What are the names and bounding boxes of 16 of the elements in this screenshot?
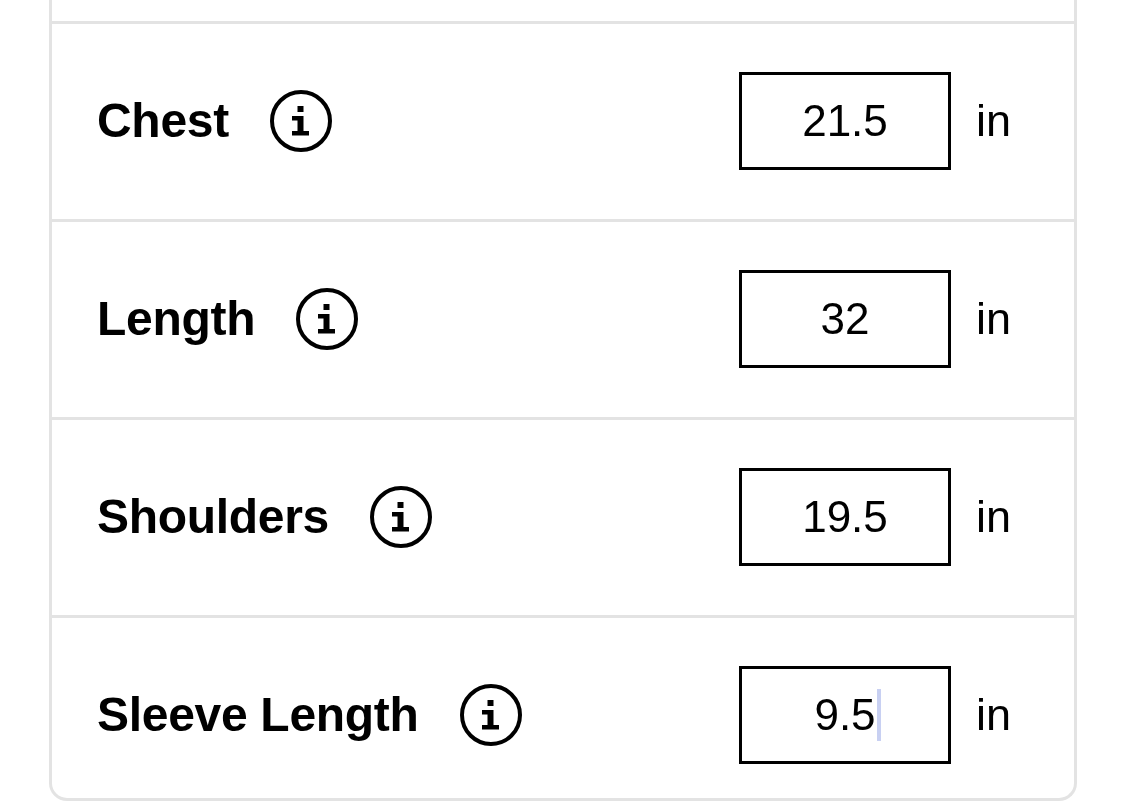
info-icon[interactable]	[296, 288, 359, 350]
measurement-field[interactable]: 32	[739, 270, 951, 368]
unit-label: in	[976, 294, 1013, 344]
info-icon[interactable]	[459, 684, 522, 746]
measurement-field[interactable]: 9.5	[739, 666, 951, 764]
unit-label: in	[976, 492, 1013, 542]
unit-label: in	[976, 96, 1013, 146]
measurement-label: Chest	[97, 94, 229, 148]
unit-label: in	[976, 690, 1013, 740]
info-icon[interactable]	[370, 486, 432, 548]
measurement-label: Length	[97, 292, 256, 346]
measurement-label: Shoulders	[97, 490, 329, 544]
info-icon[interactable]	[269, 90, 332, 152]
measurement-field[interactable]: 21.5	[739, 72, 951, 170]
measurement-label: Sleeve Length	[97, 688, 419, 742]
measurement-field[interactable]: 19.5	[739, 468, 951, 566]
